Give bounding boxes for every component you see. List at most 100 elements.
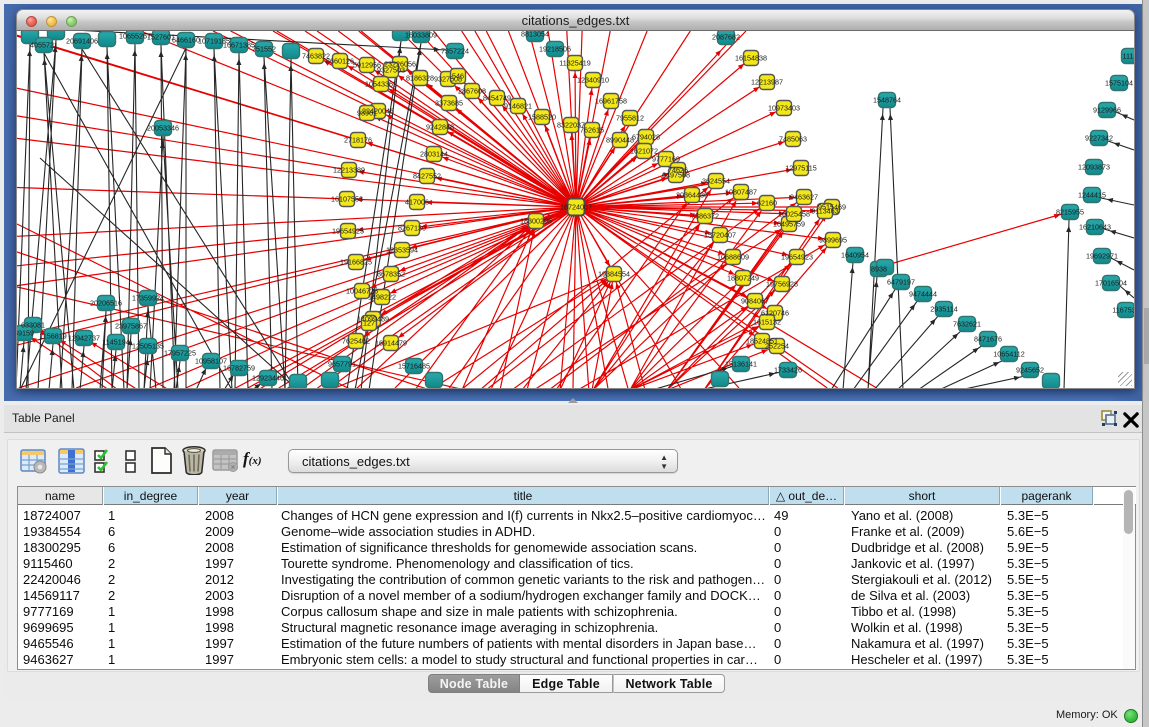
svg-text:3373685: 3373685 bbox=[435, 99, 463, 108]
svg-text:9084067: 9084067 bbox=[741, 297, 769, 306]
svg-text:9242848: 9242848 bbox=[426, 123, 454, 132]
svg-text:2803144: 2803144 bbox=[420, 150, 448, 159]
svg-text:1498222: 1498222 bbox=[368, 293, 396, 302]
svg-text:16495759: 16495759 bbox=[773, 220, 805, 229]
svg-text:1615132: 1615132 bbox=[753, 318, 781, 327]
svg-text:7955812: 7955812 bbox=[616, 114, 644, 123]
svg-text:20206516: 20206516 bbox=[90, 299, 122, 308]
svg-text:16914479: 16914479 bbox=[375, 339, 407, 348]
svg-text:9657791: 9657791 bbox=[328, 360, 356, 369]
svg-text:23975867: 23975867 bbox=[115, 322, 147, 331]
svg-text:62160: 62160 bbox=[757, 199, 777, 208]
svg-text:12093873: 12093873 bbox=[1078, 163, 1110, 172]
svg-text:17016504: 17016504 bbox=[1095, 279, 1127, 288]
svg-text:2087682: 2087682 bbox=[712, 33, 740, 42]
svg-text:10973403: 10973403 bbox=[768, 104, 800, 113]
svg-text:9113463: 9113463 bbox=[811, 207, 838, 216]
svg-text:16671385: 16671385 bbox=[223, 41, 255, 50]
svg-text:16782759: 16782759 bbox=[223, 364, 255, 373]
svg-text:252254: 252254 bbox=[765, 342, 789, 351]
svg-text:1548764: 1548764 bbox=[873, 96, 901, 105]
svg-text:8990448: 8990448 bbox=[606, 136, 634, 145]
svg-text:19654925: 19654925 bbox=[332, 227, 364, 236]
svg-text:1244415: 1244415 bbox=[1078, 191, 1106, 200]
svg-text:417006: 417006 bbox=[405, 198, 429, 207]
svg-text:98961: 98961 bbox=[357, 109, 377, 118]
svg-text:8186328: 8186328 bbox=[406, 74, 434, 83]
svg-text:20364436: 20364436 bbox=[676, 191, 708, 200]
svg-text:762615: 762615 bbox=[580, 126, 604, 135]
svg-text:18724007: 18724007 bbox=[560, 203, 592, 212]
svg-text:12505135: 12505135 bbox=[132, 342, 164, 351]
svg-text:6794028: 6794028 bbox=[632, 133, 660, 142]
svg-text:7485063: 7485063 bbox=[779, 135, 807, 144]
svg-text:9129966: 9129966 bbox=[1093, 106, 1121, 115]
svg-text:6466160: 6466160 bbox=[172, 36, 200, 45]
svg-text:15720407: 15720407 bbox=[704, 231, 736, 240]
svg-text:12975115: 12975115 bbox=[785, 164, 816, 173]
svg-text:20053346: 20053346 bbox=[147, 124, 179, 133]
svg-text:16210643: 16210643 bbox=[1079, 223, 1111, 232]
svg-text:751552: 751552 bbox=[252, 45, 276, 54]
svg-text:8678352: 8678352 bbox=[377, 270, 405, 279]
svg-text:12340910: 12340910 bbox=[577, 76, 609, 85]
svg-text:9463627: 9463627 bbox=[790, 193, 818, 202]
svg-text:9777169: 9777169 bbox=[652, 155, 680, 164]
svg-text:7386372: 7386372 bbox=[691, 212, 719, 221]
svg-text:127: 127 bbox=[363, 319, 375, 328]
svg-text:15136141: 15136141 bbox=[725, 360, 757, 369]
svg-text:9327503: 9327503 bbox=[377, 66, 405, 75]
svg-text:12942737: 12942737 bbox=[68, 334, 100, 343]
svg-text:8813054: 8813054 bbox=[521, 31, 549, 39]
svg-text:1167533: 1167533 bbox=[1112, 306, 1134, 315]
svg-text:8215955: 8215955 bbox=[1056, 208, 1084, 217]
svg-text:1575104: 1575104 bbox=[1105, 79, 1133, 88]
svg-text:1640954: 1640954 bbox=[841, 251, 869, 260]
svg-text:9227342: 9227342 bbox=[1085, 134, 1113, 143]
svg-text:16961758: 16961758 bbox=[595, 97, 627, 106]
svg-text:1733426: 1733426 bbox=[774, 366, 802, 375]
svg-text:3624554: 3624554 bbox=[702, 177, 730, 186]
svg-text:12923446: 12923446 bbox=[252, 374, 284, 383]
svg-text:6120746: 6120746 bbox=[761, 309, 789, 318]
svg-text:2718176: 2718176 bbox=[344, 136, 372, 145]
svg-text:19218506: 19218506 bbox=[539, 45, 571, 54]
svg-text:7357224: 7357224 bbox=[441, 47, 469, 56]
svg-text:1112: 1112 bbox=[1123, 52, 1134, 61]
svg-text:19756928: 19756928 bbox=[766, 280, 798, 289]
svg-text:6497568: 6497568 bbox=[662, 171, 690, 180]
svg-text:20691406: 20691406 bbox=[66, 37, 98, 46]
svg-text:19166825: 19166825 bbox=[340, 258, 372, 267]
svg-text:1156819: 1156819 bbox=[39, 332, 66, 341]
svg-text:15716485: 15716485 bbox=[398, 362, 430, 371]
svg-text:17359924: 17359924 bbox=[132, 294, 164, 303]
svg-text:4055721: 4055721 bbox=[30, 41, 58, 50]
svg-text:8471676: 8471676 bbox=[974, 335, 1002, 344]
svg-text:2935114: 2935114 bbox=[930, 305, 957, 314]
svg-text:1588520: 1588520 bbox=[528, 113, 556, 122]
svg-text:9899695: 9899695 bbox=[819, 236, 847, 245]
svg-text:10543362: 10543362 bbox=[365, 80, 397, 89]
svg-text:9245652: 9245652 bbox=[1016, 366, 1044, 375]
svg-text:1527601: 1527601 bbox=[147, 33, 175, 42]
svg-text:18300295: 18300295 bbox=[520, 217, 552, 226]
svg-text:7632621: 7632621 bbox=[953, 320, 981, 329]
svg-text:12213987: 12213987 bbox=[751, 78, 783, 87]
svg-text:11325419: 11325419 bbox=[559, 59, 590, 68]
svg-text:8660126: 8660126 bbox=[326, 57, 354, 66]
svg-text:9146821: 9146821 bbox=[504, 102, 532, 111]
svg-text:18807249: 18807249 bbox=[727, 274, 759, 283]
svg-text:8938: 8938 bbox=[871, 265, 887, 274]
svg-text:16033809: 16033809 bbox=[405, 31, 437, 40]
svg-text:19692971: 19692971 bbox=[1086, 252, 1118, 261]
svg-text:9474444: 9474444 bbox=[909, 290, 937, 299]
svg-text:6479197: 6479197 bbox=[887, 278, 915, 287]
svg-text:8267130: 8267130 bbox=[398, 224, 426, 233]
svg-text:16107553: 16107553 bbox=[331, 195, 363, 204]
svg-text:12353594: 12353594 bbox=[386, 246, 418, 255]
svg-text:19654923: 19654923 bbox=[781, 253, 813, 262]
svg-text:16154838: 16154838 bbox=[735, 54, 767, 63]
svg-text:10654112: 10654112 bbox=[993, 350, 1024, 359]
svg-text:8427552: 8427552 bbox=[413, 172, 441, 181]
svg-text:546: 546 bbox=[452, 72, 464, 81]
